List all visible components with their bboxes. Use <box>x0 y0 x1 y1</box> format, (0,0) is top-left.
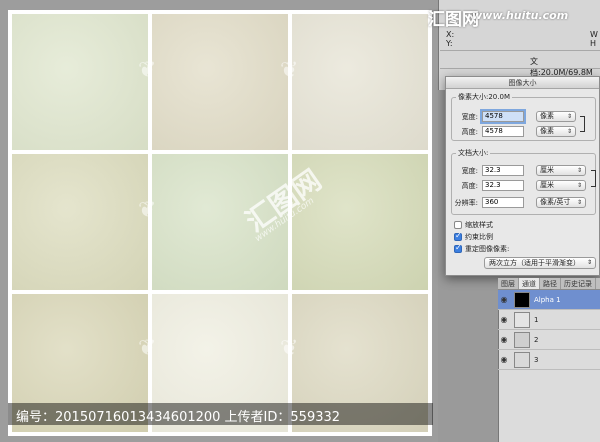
eye-icon[interactable]: ◉ <box>498 335 510 344</box>
image-size-dialog: 图像大小 像素大小:20.0M 宽度: 4578 像素 ⇕ 高度: 4578 像素… <box>445 76 600 276</box>
channel-thumbnail <box>514 331 530 348</box>
resample-checkbox[interactable] <box>454 243 462 253</box>
select-arrows-icon: ⇕ <box>576 199 582 206</box>
doc-width-input[interactable]: 32.3 <box>482 165 524 176</box>
channel-thumbnail <box>514 351 530 368</box>
texture-tile <box>152 14 288 150</box>
dialog-title: 图像大小 <box>446 77 599 89</box>
tab-layers[interactable]: 图层 <box>498 278 519 289</box>
eye-icon[interactable]: ◉ <box>498 295 510 304</box>
doc-height-label: 高度: <box>461 182 478 190</box>
leaf-watermark-icon: ❦ <box>138 198 157 223</box>
doc-height-unit-select[interactable]: 厘米 ⇕ <box>536 180 586 191</box>
channel-row[interactable]: ◉ 2 <box>498 330 600 350</box>
constrain-proportions-checkbox[interactable] <box>454 231 462 241</box>
tab-history[interactable]: 历史记录 <box>561 278 596 289</box>
pixel-width-unit-select[interactable]: 像素 ⇕ <box>536 111 576 122</box>
pixel-width-unit: 像素 <box>540 112 554 120</box>
pixel-height-input[interactable]: 4578 <box>482 126 524 137</box>
doc-width-label: 宽度: <box>461 167 478 175</box>
texture-tile <box>12 14 148 150</box>
scale-styles-option[interactable]: 缩放样式 <box>454 220 493 230</box>
resolution-unit-select[interactable]: 像素/英寸 ⇕ <box>536 197 586 208</box>
info-w-label: W <box>590 30 598 39</box>
channel-name: 3 <box>534 355 539 364</box>
pixel-height-unit: 像素 <box>540 127 554 135</box>
tab-channels[interactable]: 通道 <box>519 278 540 289</box>
leaf-watermark-icon: ❦ <box>280 58 299 83</box>
channel-row[interactable]: ◉ 3 <box>498 350 600 370</box>
constrain-proportions-option[interactable]: 约束比例 <box>454 231 493 242</box>
resample-method-select[interactable]: 两次立方（适用于平滑渐变） ⇕ <box>484 257 596 269</box>
doc-width-unit: 厘米 <box>540 166 554 174</box>
channel-thumbnail <box>514 311 530 328</box>
select-arrows-icon: ⇕ <box>566 113 572 120</box>
channel-name: Alpha 1 <box>534 295 561 304</box>
resolution-unit: 像素/英寸 <box>540 198 571 206</box>
texture-tile <box>12 154 148 290</box>
watermark-id-text: 编号：20150716013434601200 上传者ID：559332 <box>16 410 341 425</box>
info-y-label: Y: <box>446 39 453 48</box>
pixel-dimensions-label: 像素大小:20.0M <box>456 92 512 102</box>
resolution-input[interactable]: 360 <box>482 197 524 208</box>
eye-icon[interactable]: ◉ <box>498 355 510 364</box>
channel-thumbnail <box>514 291 530 308</box>
watermark-url: www.huitu.com <box>472 9 569 22</box>
info-divider <box>440 50 600 51</box>
select-arrows-icon: ⇕ <box>576 167 582 174</box>
select-arrows-icon: ⇕ <box>576 182 582 189</box>
resample-method-value: 两次立方（适用于平滑渐变） <box>489 259 580 267</box>
info-h-label: H <box>590 39 597 48</box>
channel-row[interactable]: ◉ 1 <box>498 310 600 330</box>
leaf-watermark-icon: ❦ <box>138 58 157 83</box>
leaf-watermark-icon: ❦ <box>138 336 157 361</box>
pixel-height-unit-select[interactable]: 像素 ⇕ <box>536 126 576 137</box>
doc-width-unit-select[interactable]: 厘米 ⇕ <box>536 165 586 176</box>
leaf-watermark-icon: ❦ <box>280 336 299 361</box>
tab-paths[interactable]: 路径 <box>540 278 561 289</box>
resolution-label: 分辨率: <box>454 199 478 207</box>
scale-styles-checkbox[interactable] <box>454 221 462 229</box>
eye-icon[interactable]: ◉ <box>498 315 510 324</box>
panel-tabs: 图层 通道 路径 历史记录 <box>498 278 600 290</box>
pixel-width-input[interactable]: 4578 <box>480 109 526 124</box>
select-arrows-icon: ⇕ <box>566 128 572 135</box>
document-size-label: 文档大小: <box>456 148 491 158</box>
texture-tile <box>292 14 428 150</box>
scale-styles-label: 缩放样式 <box>465 221 493 229</box>
info-x-label: X: <box>446 30 455 39</box>
doc-link-bracket-icon <box>591 170 596 187</box>
doc-height-input[interactable]: 32.3 <box>482 180 524 191</box>
channel-name: 1 <box>534 315 539 324</box>
document-size-readout: 文档:20.0M/69.8M <box>530 57 593 77</box>
pixel-width-label: 宽度: <box>461 113 478 121</box>
info-divider <box>440 68 600 69</box>
select-arrows-icon: ⇕ <box>586 259 592 266</box>
channel-name: 2 <box>534 335 539 344</box>
resample-label: 重定图像像素: <box>465 245 510 253</box>
constrain-proportions-label: 约束比例 <box>465 233 493 241</box>
doc-height-unit: 厘米 <box>540 181 554 189</box>
resample-option[interactable]: 重定图像像素: <box>454 243 510 254</box>
channel-row[interactable]: ◉ Alpha 1 <box>498 290 600 310</box>
pixel-link-bracket-icon <box>580 116 585 132</box>
pixel-height-label: 高度: <box>461 128 478 136</box>
